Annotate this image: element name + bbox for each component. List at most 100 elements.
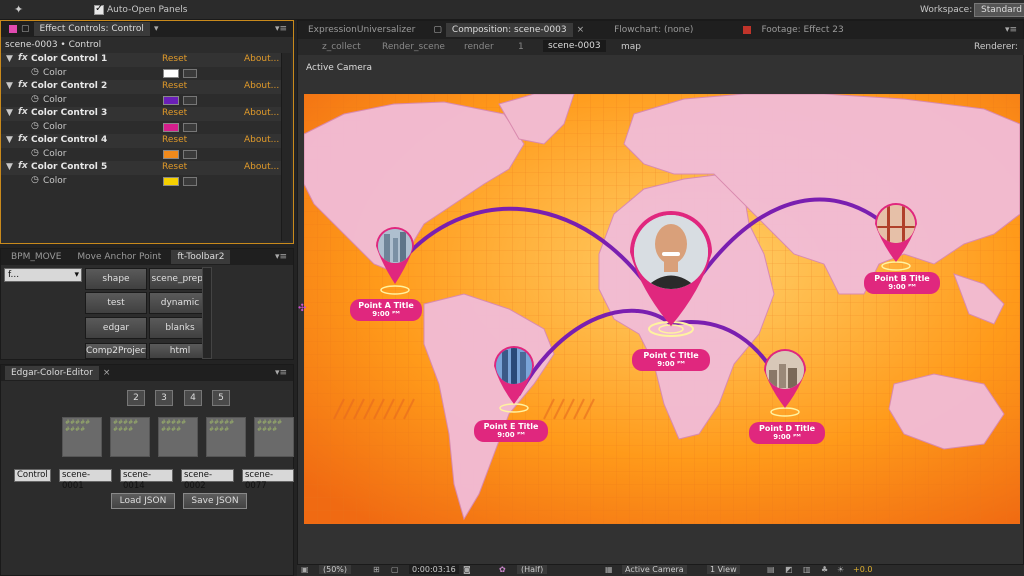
stopwatch-icon[interactable]: ◷ <box>31 94 39 104</box>
comp2project-button[interactable]: Comp2Project <box>85 343 147 359</box>
expand-triangle-icon[interactable]: ▼ <box>6 108 13 118</box>
view-select[interactable]: 1 View <box>707 565 740 574</box>
effect-row[interactable]: ▼ fx Color Control 5 Reset About... <box>1 161 291 175</box>
comp-field[interactable]: Control <box>14 469 51 482</box>
transparency-grid-icon[interactable]: ▦ <box>605 565 613 574</box>
color-swatch[interactable] <box>163 176 179 186</box>
tab-edgar-color-editor[interactable]: Edgar-Color-Editor <box>5 366 99 380</box>
effect-row[interactable]: ▼ fx Color Control 2 Reset About... <box>1 80 291 94</box>
flowchart-icon[interactable]: ♣ <box>821 565 828 574</box>
tab-bpm-move[interactable]: BPM_MOVE <box>5 250 67 264</box>
fx-icon[interactable]: fx <box>18 107 28 117</box>
toggle-pixel-icon[interactable]: ▤ <box>767 565 775 574</box>
reset-link[interactable]: Reset <box>162 81 187 91</box>
tab-composition[interactable]: Composition: scene-0003 <box>445 23 573 37</box>
composition-viewer[interactable]: Point A Title 9:00 ᴾᴹ Point B Title 9:00 ᴾ… <box>304 94 1020 524</box>
number-button-2[interactable]: 2 <box>127 390 145 406</box>
tab-move-anchor[interactable]: Move Anchor Point <box>71 250 167 264</box>
close-icon[interactable]: × <box>103 368 111 378</box>
eyedropper-icon[interactable] <box>183 68 197 78</box>
about-link[interactable]: About... <box>244 108 279 118</box>
effect-row[interactable]: ▼ fx Color Control 4 Reset About... <box>1 134 291 148</box>
fx-icon[interactable]: fx <box>18 134 28 144</box>
stopwatch-icon[interactable]: ◷ <box>31 121 39 131</box>
stopwatch-icon[interactable]: ◷ <box>31 67 39 77</box>
number-button-3[interactable]: 3 <box>155 390 173 406</box>
stopwatch-icon[interactable]: ◷ <box>31 148 39 158</box>
tab-effect-controls[interactable]: Effect Controls: Control <box>33 22 150 36</box>
workspace-select[interactable]: Standard <box>974 3 1024 17</box>
load-json-button[interactable]: Load JSON <box>111 493 175 509</box>
anchor-marker-icon[interactable]: ✣ <box>298 303 306 314</box>
comp-field[interactable]: scene-0014 <box>120 469 173 491</box>
color-wheel-icon[interactable]: ✿ <box>499 565 506 574</box>
eyedropper-icon[interactable] <box>183 122 197 132</box>
camera-icon[interactable]: ◙ <box>463 565 471 574</box>
crumb[interactable]: render <box>464 42 494 52</box>
about-link[interactable]: About... <box>244 81 279 91</box>
exposure-icon[interactable]: ☀ <box>837 565 844 574</box>
comp-field[interactable]: scene-0002 <box>181 469 234 491</box>
edgar-button[interactable]: edgar <box>85 317 147 339</box>
color-preview-box[interactable]: ##### #### <box>158 417 198 457</box>
crumb[interactable]: Render_scene <box>382 42 445 52</box>
tab-ft-toolbar2[interactable]: ft-Toolbar2 <box>171 250 231 264</box>
color-swatch[interactable] <box>163 122 179 132</box>
about-link[interactable]: About... <box>244 54 279 64</box>
about-link[interactable]: About... <box>244 162 279 172</box>
script-dropdown[interactable]: f... ▾ <box>4 268 82 282</box>
auto-open-checkbox[interactable] <box>94 3 104 15</box>
fast-preview-icon[interactable]: ◩ <box>785 565 793 574</box>
about-link[interactable]: About... <box>244 135 279 145</box>
lock-icon[interactable]: ▢ <box>433 25 442 35</box>
panel-menu-icon[interactable]: ▾≡ <box>275 368 287 378</box>
crumb[interactable]: 1 <box>518 42 524 52</box>
mask-icon[interactable]: ▢ <box>391 565 399 574</box>
eyedropper-icon[interactable] <box>183 149 197 159</box>
pin-tool-icon[interactable]: ✦ <box>14 3 23 16</box>
test-button[interactable]: test <box>85 292 147 314</box>
chevron-down-icon[interactable]: ▾ <box>154 24 159 34</box>
expand-triangle-icon[interactable]: ▼ <box>6 162 13 172</box>
reset-link[interactable]: Reset <box>162 54 187 64</box>
crumb[interactable]: map <box>621 42 641 52</box>
color-swatch[interactable] <box>163 149 179 159</box>
panel-menu-icon[interactable]: ▾≡ <box>275 24 287 34</box>
color-swatch[interactable] <box>163 95 179 105</box>
crumb-active[interactable]: scene-0003 <box>543 40 606 52</box>
shape-button[interactable]: shape <box>85 268 147 290</box>
camera-select[interactable]: Active Camera <box>622 565 687 574</box>
grid-icon[interactable]: ⊞ <box>373 565 380 574</box>
crumb[interactable]: z_collect <box>322 42 361 52</box>
lock-icon[interactable]: ▢ <box>21 24 30 34</box>
zoom-select[interactable]: (50%) <box>319 565 352 574</box>
fx-icon[interactable]: fx <box>18 161 28 171</box>
timeline-icon[interactable]: ▥ <box>803 565 811 574</box>
panel-menu-icon[interactable]: ▾≡ <box>275 252 287 262</box>
effect-row[interactable]: ▼ fx Color Control 1 Reset About... <box>1 53 291 67</box>
eyedropper-icon[interactable] <box>183 95 197 105</box>
comp-field[interactable]: scene-0077 <box>242 469 294 491</box>
save-json-button[interactable]: Save JSON <box>183 493 247 509</box>
stopwatch-icon[interactable]: ◷ <box>31 175 39 185</box>
expand-triangle-icon[interactable]: ▼ <box>6 135 13 145</box>
tab-expression-universalizer[interactable]: ExpressionUniversalizer <box>302 23 421 37</box>
reset-link[interactable]: Reset <box>162 135 187 145</box>
comp-field[interactable]: scene-0001 <box>59 469 112 491</box>
color-preview-box[interactable]: ##### #### <box>110 417 150 457</box>
scrollbar[interactable] <box>202 267 212 359</box>
resolution-select[interactable]: (Half) <box>517 565 548 574</box>
tab-flowchart[interactable]: Flowchart: (none) <box>608 23 699 37</box>
color-preview-box[interactable]: ##### #### <box>62 417 102 457</box>
exposure-value[interactable]: +0.0 <box>853 565 872 574</box>
fx-icon[interactable]: fx <box>18 53 28 63</box>
reset-link[interactable]: Reset <box>162 162 187 172</box>
reset-link[interactable]: Reset <box>162 108 187 118</box>
always-preview-icon[interactable]: ▣ <box>301 565 309 574</box>
color-preview-box[interactable]: ##### #### <box>254 417 294 457</box>
number-button-4[interactable]: 4 <box>184 390 202 406</box>
close-icon[interactable]: × <box>577 25 585 35</box>
color-preview-box[interactable]: ##### #### <box>206 417 246 457</box>
fx-icon[interactable]: fx <box>18 80 28 90</box>
timecode[interactable]: 0:00:03:16 <box>409 565 459 574</box>
